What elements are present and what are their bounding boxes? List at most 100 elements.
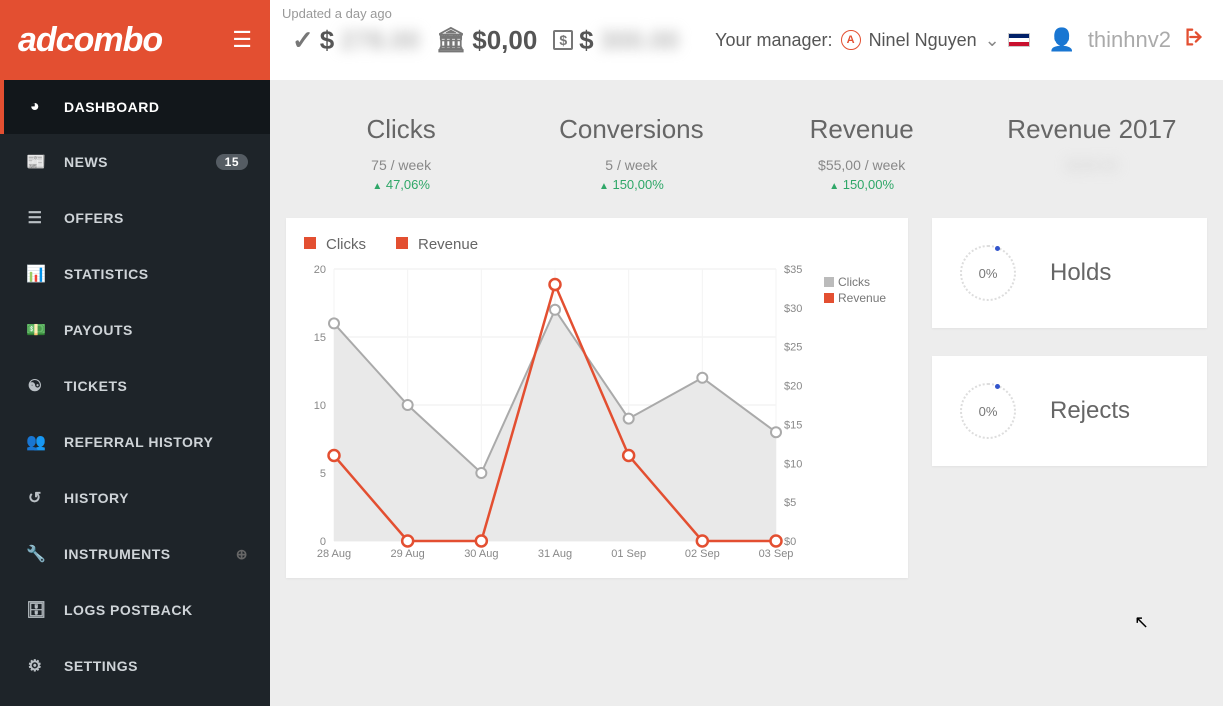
- sidebar-item-referral[interactable]: 👥 REFERRAL HISTORY: [0, 414, 270, 470]
- manager-label: Your manager:: [715, 30, 832, 51]
- money-icon: 💵: [26, 320, 44, 340]
- logo-area: adcombo ☰: [0, 0, 270, 80]
- svg-text:30 Aug: 30 Aug: [464, 548, 498, 560]
- svg-text:31 Aug: 31 Aug: [538, 548, 572, 560]
- stat-pct: ▲ 47,06%: [286, 177, 516, 192]
- sidebar-item-news[interactable]: 📰 NEWS 15: [0, 134, 270, 190]
- balances: ✓ $278.00 🏛 $0,00 $ $300.00: [292, 25, 679, 56]
- svg-text:$15: $15: [784, 419, 802, 431]
- gear-icon: ⚙: [26, 656, 44, 676]
- lifebuoy-icon: ☯: [26, 376, 44, 396]
- line-chart: 20151050$35$30$25$20$15$10$5$028 Aug29 A…: [298, 259, 896, 569]
- card-title: Holds: [1050, 259, 1111, 287]
- svg-text:5: 5: [320, 468, 326, 480]
- svg-text:20: 20: [314, 264, 326, 276]
- svg-text:28 Aug: 28 Aug: [317, 548, 351, 560]
- top-header: adcombo ☰ ✓ $278.00 🏛 $0,00 $ $300.00 Yo…: [0, 0, 1223, 80]
- svg-text:$10: $10: [784, 458, 802, 470]
- bank-icon: 🏛: [436, 26, 466, 55]
- svg-text:$20: $20: [784, 381, 802, 393]
- currency: $: [320, 25, 334, 56]
- svg-text:15: 15: [314, 332, 326, 344]
- sidebar-item-offers[interactable]: ☰ OFFERS: [0, 190, 270, 246]
- sidebar-item-label: PAYOUTS: [64, 322, 133, 338]
- currency: $: [579, 25, 593, 56]
- bar-chart-icon: 📊: [26, 264, 44, 284]
- balance-approved: ✓ $278.00: [292, 25, 420, 56]
- svg-text:$35: $35: [784, 264, 802, 276]
- svg-text:$25: $25: [784, 342, 802, 354]
- topbar: ✓ $278.00 🏛 $0,00 $ $300.00 Your manager…: [270, 0, 1223, 80]
- chevron-down-icon[interactable]: ⌄: [985, 30, 1000, 51]
- sidebar-item-label: STATISTICS: [64, 266, 149, 282]
- sidebar-item-label: TICKETS: [64, 378, 127, 394]
- card-rejects: 0% Rejects: [932, 356, 1207, 466]
- wrench-icon: 🔧: [26, 544, 44, 564]
- sidebar-item-history[interactable]: ↺ HISTORY: [0, 470, 270, 526]
- sidebar-item-label: HISTORY: [64, 490, 129, 506]
- stats-row: Clicks 75 / week ▲ 47,06% Conversions 5 …: [286, 114, 1207, 192]
- svg-text:29 Aug: 29 Aug: [391, 548, 425, 560]
- news-badge: 15: [216, 154, 248, 170]
- stat-conversions: Conversions 5 / week ▲ 150,00%: [516, 114, 746, 192]
- main-content: Clicks 75 / week ▲ 47,06% Conversions 5 …: [270, 80, 1223, 706]
- user-icon[interactable]: 👤: [1048, 27, 1075, 53]
- manager-block[interactable]: Your manager: A Ninel Nguyen ⌄: [715, 30, 1030, 51]
- username[interactable]: thinhnv2: [1088, 27, 1171, 53]
- logout-icon[interactable]: [1183, 26, 1205, 54]
- sidebar-item-tickets[interactable]: ☯ TICKETS: [0, 358, 270, 414]
- legend-revenue[interactable]: Revenue: [396, 236, 478, 253]
- sidebar-item-label: INSTRUMENTS: [64, 546, 171, 562]
- card-holds: 0% Holds: [932, 218, 1207, 328]
- sidebar-item-instruments[interactable]: 🔧 INSTRUMENTS ⊕: [0, 526, 270, 582]
- sidebar-item-statistics[interactable]: 📊 STATISTICS: [0, 246, 270, 302]
- svg-text:$5: $5: [784, 497, 796, 509]
- chart-legend: Clicks Revenue: [304, 236, 896, 253]
- manager-avatar-icon: A: [841, 30, 861, 50]
- archive-icon: 🗄: [26, 600, 44, 620]
- check-icon: ✓: [292, 25, 314, 56]
- balance-bank: 🏛 $0,00: [436, 25, 538, 56]
- stat-sub: $55,00 / week: [747, 157, 977, 173]
- stat-title: Clicks: [286, 114, 516, 145]
- brand-logo[interactable]: adcombo: [18, 21, 162, 60]
- plus-circle-icon: ⊕: [236, 546, 248, 563]
- up-arrow-icon: ▲: [829, 181, 839, 192]
- menu-toggle-icon[interactable]: ☰: [232, 27, 252, 53]
- sidebar-item-label: NEWS: [64, 154, 108, 170]
- list-icon: ☰: [26, 208, 44, 228]
- svg-text:$0: $0: [784, 536, 796, 548]
- sidebar-item-logs[interactable]: 🗄 LOGS POSTBACK: [0, 582, 270, 638]
- stat-title: Revenue: [747, 114, 977, 145]
- svg-text:0: 0: [320, 536, 326, 548]
- sidebar-item-payouts[interactable]: 💵 PAYOUTS: [0, 302, 270, 358]
- dial-icon: 0%: [960, 245, 1016, 301]
- content-row: Clicks Revenue 20151050$35$30$25$20$15$1…: [286, 218, 1207, 578]
- sidebar-item-dashboard[interactable]: ◕ DASHBOARD: [0, 80, 270, 134]
- balance-wallet-value: 300.00: [600, 25, 680, 56]
- svg-text:02 Sep: 02 Sep: [685, 548, 720, 560]
- sidebar-item-label: SETTINGS: [64, 658, 138, 674]
- updated-label: Updated a day ago: [282, 6, 392, 21]
- chart-card: Clicks Revenue 20151050$35$30$25$20$15$1…: [286, 218, 908, 578]
- svg-text:Clicks: Clicks: [838, 275, 870, 289]
- stat-year-value: $190.00: [977, 157, 1207, 173]
- cash-icon: $: [553, 30, 573, 50]
- svg-text:03 Sep: 03 Sep: [759, 548, 794, 560]
- side-cards: 0% Holds 0% Rejects: [932, 218, 1207, 578]
- legend-clicks[interactable]: Clicks: [304, 236, 366, 253]
- sidebar: ◕ DASHBOARD 📰 NEWS 15 ☰ OFFERS 📊 STATIST…: [0, 80, 270, 706]
- dial-icon: 0%: [960, 383, 1016, 439]
- card-title: Rejects: [1050, 397, 1130, 425]
- stat-pct: ▲ 150,00%: [516, 177, 746, 192]
- svg-text:Revenue: Revenue: [838, 291, 886, 305]
- up-arrow-icon: ▲: [599, 181, 609, 192]
- flag-uk-icon[interactable]: [1008, 33, 1030, 47]
- stat-title: Revenue 2017: [977, 114, 1207, 145]
- user-block: 👤 thinhnv2: [1048, 26, 1205, 54]
- stat-title: Conversions: [516, 114, 746, 145]
- news-icon: 📰: [26, 152, 44, 172]
- sidebar-item-settings[interactable]: ⚙ SETTINGS: [0, 638, 270, 694]
- svg-text:10: 10: [314, 400, 326, 412]
- svg-text:01 Sep: 01 Sep: [611, 548, 646, 560]
